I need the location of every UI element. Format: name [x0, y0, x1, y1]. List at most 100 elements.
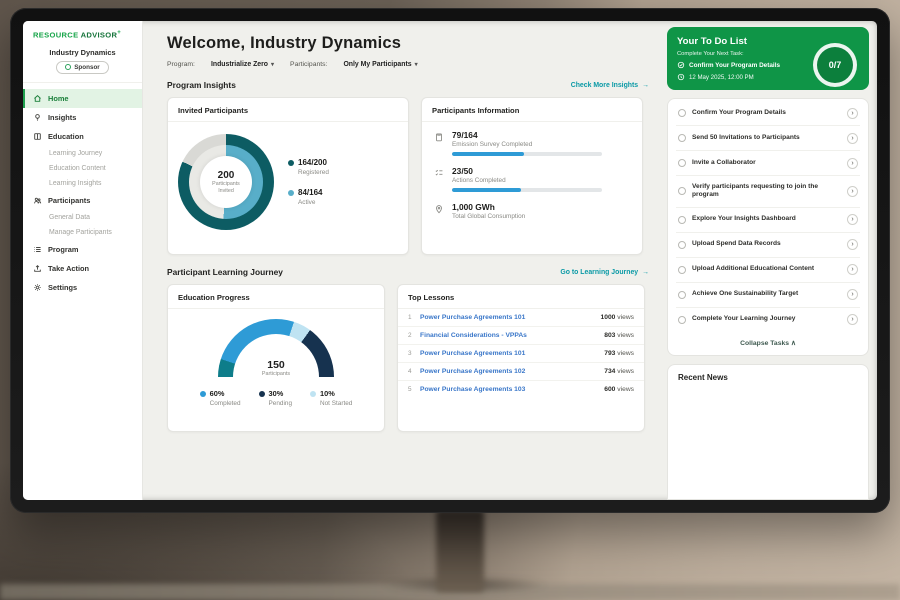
task-upload-educational-content[interactable]: Upload Additional Educational Content ›: [676, 258, 860, 283]
filter-bar: Program: Industrialize Zero ▾ Participan…: [167, 61, 649, 68]
checklist-icon: [434, 168, 444, 178]
task-upload-spend-data[interactable]: Upload Spend Data Records ›: [676, 233, 860, 258]
lesson-link[interactable]: Power Purchase Agreements 101: [420, 314, 595, 321]
clipboard-icon: [434, 132, 444, 142]
todo-task-list: Confirm Your Program Details › Send 50 I…: [667, 98, 869, 356]
sidebar-item-general-data[interactable]: General Data: [23, 210, 142, 225]
legend-dot: [288, 190, 294, 196]
education-card-title: Education Progress: [168, 285, 384, 309]
arrow-right-icon: →: [642, 82, 649, 89]
lesson-link[interactable]: Power Purchase Agreements 101: [420, 350, 598, 357]
chevron-down-icon: ▾: [271, 61, 274, 68]
program-label: Program:: [167, 61, 195, 68]
sidebar-item-participants[interactable]: Participants: [23, 191, 142, 210]
sidebar-item-home[interactable]: Home: [23, 89, 142, 108]
legend-dot: [200, 391, 206, 397]
chevron-right-icon[interactable]: ›: [847, 214, 858, 225]
chevron-right-icon[interactable]: ›: [847, 239, 858, 250]
lesson-link[interactable]: Power Purchase Agreements 103: [420, 386, 598, 393]
chevron-right-icon[interactable]: ›: [847, 314, 858, 325]
sidebar-item-education[interactable]: Education: [23, 127, 142, 146]
chevron-right-icon[interactable]: ›: [847, 289, 858, 300]
sidebar-item-learning-journey[interactable]: Learning Journey: [23, 146, 142, 161]
chevron-right-icon[interactable]: ›: [847, 108, 858, 119]
gauge-center-label: Participants: [218, 371, 334, 377]
sidebar: RESOURCE ADVISOR+ Industry Dynamics Spon…: [23, 21, 143, 500]
emission-progress-bar: [452, 152, 602, 156]
sidebar-item-manage-participants[interactable]: Manage Participants: [23, 225, 142, 240]
todo-panel: Your To Do List Complete Your Next Task:…: [661, 21, 877, 500]
chevron-right-icon[interactable]: ›: [847, 264, 858, 275]
page-title: Welcome, Industry Dynamics: [167, 34, 649, 53]
main-content: Welcome, Industry Dynamics Program: Indu…: [143, 21, 661, 500]
learning-journey-header: Participant Learning Journey Go to Learn…: [167, 267, 649, 277]
chevron-right-icon[interactable]: ›: [847, 158, 858, 169]
monitor-bezel: RESOURCE ADVISOR+ Industry Dynamics Spon…: [10, 8, 890, 513]
invited-donut-chart: 200 Participants Invited: [178, 134, 274, 230]
lesson-row: 2 Financial Considerations - VPPAs 803 v…: [398, 327, 644, 345]
task-send-invitations[interactable]: Send 50 Invitations to Participants ›: [676, 126, 860, 151]
task-confirm-program[interactable]: Confirm Your Program Details ›: [676, 101, 860, 126]
chevron-right-icon[interactable]: ›: [847, 133, 858, 144]
go-to-learning-journey-link[interactable]: Go to Learning Journey →: [560, 269, 649, 276]
chevron-down-icon: ▾: [415, 61, 418, 68]
learning-journey-title: Participant Learning Journey: [167, 267, 283, 277]
top-lessons-card: Top Lessons 1 Power Purchase Agreements …: [397, 284, 645, 432]
checkbox-icon[interactable]: [678, 134, 686, 142]
home-icon: [33, 94, 42, 103]
donut-center-value: 200: [218, 170, 235, 181]
participants-label: Participants:: [290, 61, 327, 68]
task-invite-collaborator[interactable]: Invite a Collaborator ›: [676, 151, 860, 176]
education-progress-card: Education Progress 150 Participants 60% …: [167, 284, 385, 432]
lesson-row: 4 Power Purchase Agreements 102 734 view…: [398, 363, 644, 381]
program-insights-title: Program Insights: [167, 80, 236, 90]
recent-news-card: Recent News: [667, 364, 869, 500]
task-verify-participants[interactable]: Verify participants requesting to join t…: [676, 176, 860, 208]
checkbox-icon[interactable]: [678, 241, 686, 249]
people-icon: [33, 196, 42, 205]
org-name: Industry Dynamics: [23, 48, 142, 57]
task-complete-learning-journey[interactable]: Complete Your Learning Journey ›: [676, 308, 860, 332]
bulb-icon: [33, 113, 42, 122]
chevron-right-icon[interactable]: ›: [847, 186, 858, 197]
checkbox-icon[interactable]: [678, 316, 686, 324]
checkbox-icon[interactable]: [678, 216, 686, 224]
sidebar-item-program[interactable]: Program: [23, 240, 142, 259]
lesson-row: 1 Power Purchase Agreements 101 1000 vie…: [398, 309, 644, 327]
checkbox-icon[interactable]: [678, 159, 686, 167]
checkbox-icon[interactable]: [678, 109, 686, 117]
sidebar-nav: Home Insights Education Learning Journey…: [23, 89, 142, 297]
legend-dot: [259, 391, 265, 397]
participants-select[interactable]: Only My Participants ▾: [343, 61, 417, 68]
arrow-right-icon: →: [642, 269, 649, 276]
todo-progress-ring: 0/7: [813, 43, 857, 87]
lesson-row: 5 Power Purchase Agreements 103 600 view…: [398, 381, 644, 398]
legend-registered: 164/200 Registered: [288, 158, 329, 176]
task-explore-insights[interactable]: Explore Your Insights Dashboard ›: [676, 208, 860, 233]
book-icon: [33, 132, 42, 141]
sponsor-badge[interactable]: Sponsor: [56, 61, 109, 74]
legend-dot: [288, 160, 294, 166]
sidebar-item-insights[interactable]: Insights: [23, 108, 142, 127]
collapse-tasks-link[interactable]: Collapse Tasks ∧: [676, 332, 860, 353]
gauge-center-value: 150: [218, 359, 334, 371]
sidebar-item-learning-insights[interactable]: Learning Insights: [23, 176, 142, 191]
sidebar-item-settings[interactable]: Settings: [23, 278, 142, 297]
task-achieve-target[interactable]: Achieve One Sustainability Target ›: [676, 283, 860, 308]
actions-completed-row: 23/50 Actions Completed: [434, 166, 630, 192]
checkbox-icon[interactable]: [678, 291, 686, 299]
clock-icon: [677, 73, 685, 81]
sponsor-label: Sponsor: [74, 64, 100, 71]
gear-icon: [33, 283, 42, 292]
program-select[interactable]: Industrialize Zero ▾: [211, 61, 274, 68]
checkbox-icon[interactable]: [678, 266, 686, 274]
program-insights-header: Program Insights Check More Insights →: [167, 80, 649, 90]
lesson-link[interactable]: Power Purchase Agreements 102: [420, 368, 598, 375]
sidebar-item-education-content[interactable]: Education Content: [23, 161, 142, 176]
sidebar-item-take-action[interactable]: Take Action: [23, 259, 142, 278]
lesson-link[interactable]: Financial Considerations - VPPAs: [420, 332, 598, 339]
dashboard-screen: RESOURCE ADVISOR+ Industry Dynamics Spon…: [23, 21, 877, 500]
checkbox-icon[interactable]: [678, 187, 686, 195]
check-more-insights-link[interactable]: Check More Insights →: [571, 82, 649, 89]
top-lessons-title: Top Lessons: [398, 285, 644, 309]
